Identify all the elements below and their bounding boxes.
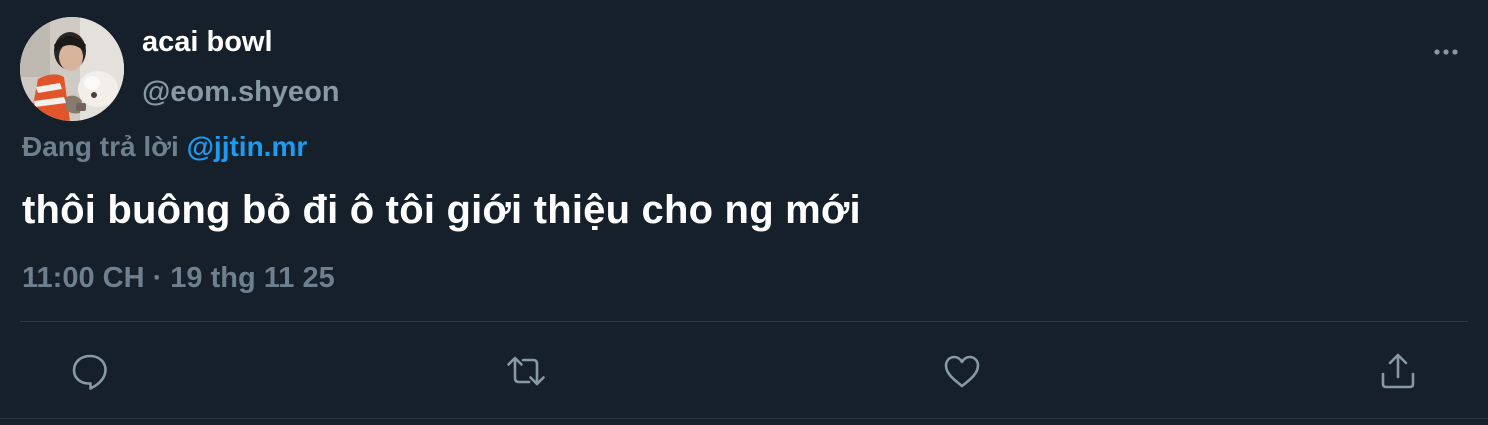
like-icon — [944, 355, 980, 388]
retweet-icon — [507, 356, 545, 386]
divider — [20, 321, 1468, 322]
bottom-border — [0, 418, 1488, 419]
share-icon — [1381, 353, 1415, 389]
share-button[interactable] — [1377, 350, 1419, 392]
user-handle[interactable]: @eom.shyeon — [142, 76, 340, 109]
reply-mention-link[interactable]: @jjtin.mr — [187, 131, 308, 162]
replying-to-label: Đang trả lời — [22, 131, 187, 162]
tweet-text: thôi buông bỏ đi ô tôi giới thiệu cho ng… — [22, 188, 861, 232]
retweet-button[interactable] — [505, 350, 547, 392]
tweet-card: acai bowl @eom.shyeon Đang trả lời @jjti… — [0, 0, 1488, 425]
reply-button[interactable] — [69, 350, 111, 392]
avatar-photo-icon — [20, 17, 124, 121]
reply-icon — [72, 354, 107, 390]
more-options-button[interactable] — [1428, 38, 1464, 66]
replying-to-line: Đang trả lời @jjtin.mr — [22, 131, 307, 163]
like-button[interactable] — [941, 350, 983, 392]
tweet-timestamp[interactable]: 11:00 CH · 19 thg 11 25 — [22, 262, 335, 295]
display-name[interactable]: acai bowl — [142, 26, 273, 59]
avatar[interactable] — [20, 17, 124, 121]
more-options-icon — [1434, 49, 1458, 55]
